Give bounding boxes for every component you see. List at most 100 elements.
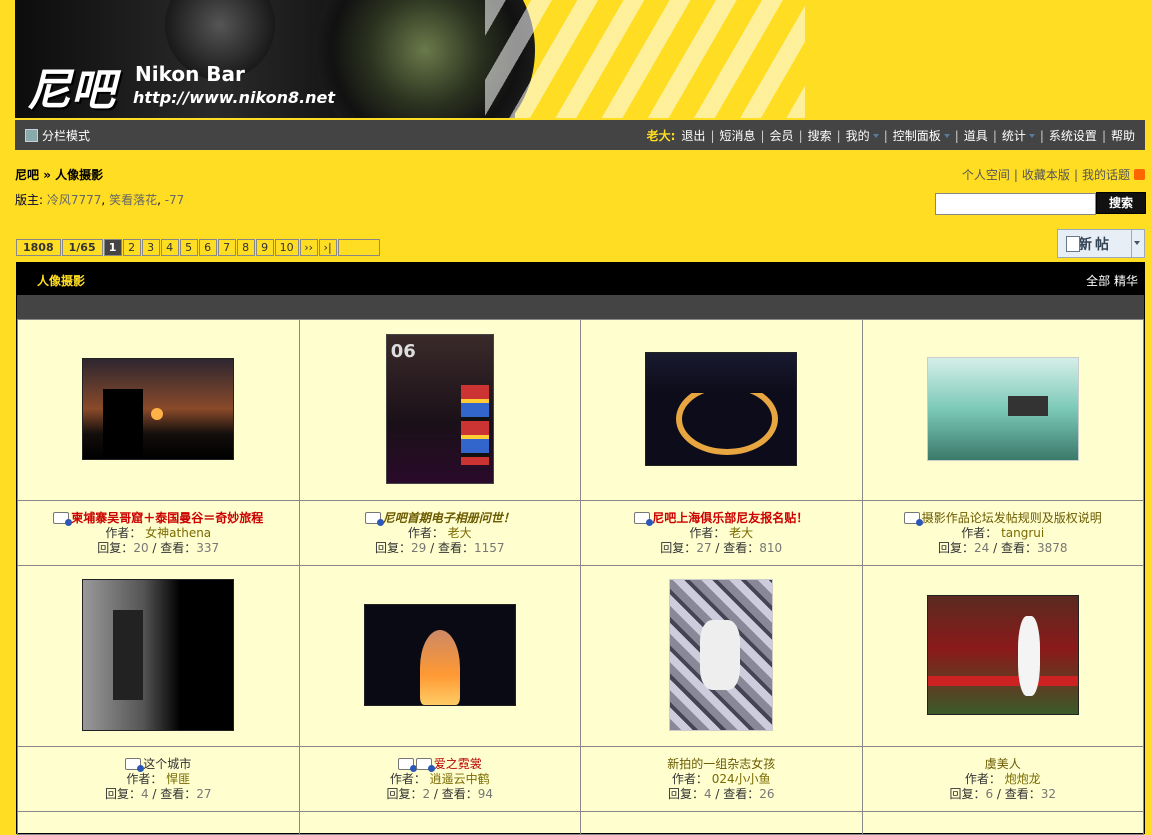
column-mode-icon[interactable] — [25, 129, 38, 142]
gallery-subheader — [17, 295, 1144, 319]
thread-thumb-cell — [580, 811, 863, 835]
search-button[interactable]: 搜索 — [1096, 192, 1146, 214]
thread-thumbnail[interactable] — [645, 351, 798, 466]
breadcrumb-forum: 人像摄影 — [55, 168, 104, 182]
new-post-dropdown[interactable] — [1131, 230, 1144, 257]
page-link[interactable]: 8 — [236, 239, 255, 256]
thread-gallery: 人像摄影 全部 精华 06 柬埔寨吴哥窟＋泰国曼谷＝奇妙旅程 作者： 女神ath… — [16, 262, 1145, 835]
thread-thumbnail[interactable] — [82, 357, 235, 460]
personal-space-link[interactable]: 个人空间 — [962, 166, 1010, 183]
thread-replies: 27 — [696, 540, 712, 555]
nav-settings[interactable]: 系统设置 — [1049, 127, 1097, 144]
thread-views: 32 — [1040, 786, 1057, 801]
nav-stats[interactable]: 统计 — [1002, 127, 1026, 144]
thread-thumb-cell[interactable] — [580, 565, 863, 747]
thread-title-link[interactable]: 尼吧首期电子相册问世！ — [383, 511, 515, 525]
page-link[interactable]: 5 — [179, 239, 198, 256]
moderator-link[interactable]: -77 — [165, 193, 185, 207]
site-banner[interactable]: 尼吧 Nikon Bar http://www.nikon8.net — [15, 0, 1145, 118]
thread-info: 柬埔寨吴哥窟＋泰国曼谷＝奇妙旅程 作者： 女神athena 回复：20 / 查看… — [17, 500, 300, 566]
moderator-link[interactable]: 冷风7777 — [47, 193, 102, 207]
gallery-header: 人像摄影 全部 精华 — [17, 263, 1144, 295]
thread-title-link[interactable]: 摄影作品论坛发帖规则及版权说明 — [922, 511, 1102, 525]
nav-messages[interactable]: 短消息 — [719, 127, 755, 144]
moderator-link[interactable]: 笑看落花 — [109, 193, 157, 207]
page-link[interactable]: 2 — [122, 239, 141, 256]
moderators: 版主: 冷风7777, 笑看落花, -77 — [15, 193, 185, 207]
forum-links: 个人空间 | 收藏本版 | 我的话题 — [962, 166, 1145, 183]
thread-title-link[interactable]: 虞美人 — [985, 757, 1021, 771]
next-page-link[interactable]: ›› — [299, 239, 318, 256]
chevron-down-icon[interactable] — [872, 133, 879, 138]
thread-title-link[interactable]: 柬埔寨吴哥窟＋泰国曼谷＝奇妙旅程 — [71, 511, 263, 525]
thread-title-link[interactable]: 爱之霓裳 — [434, 757, 482, 771]
favorite-forum-link[interactable]: 收藏本版 — [1022, 166, 1070, 183]
thread-thumb-cell[interactable] — [861, 319, 1144, 501]
thread-thumbnail[interactable]: 06 — [385, 333, 494, 484]
page-jump-input[interactable] — [337, 239, 380, 256]
page-link[interactable]: 10 — [274, 239, 299, 256]
column-mode-link[interactable]: 分栏模式 — [42, 127, 90, 144]
new-post-button[interactable]: 新帖 — [1057, 229, 1145, 258]
thread-replies: 2 — [422, 786, 431, 801]
thread-thumb-cell[interactable] — [298, 565, 581, 747]
nav-logout[interactable]: 退出 — [681, 127, 705, 144]
thread-thumbnail[interactable] — [926, 356, 1079, 461]
logo-en: Nikon Bar — [135, 62, 245, 86]
thread-author[interactable]: 024小小鱼 — [712, 772, 771, 786]
last-page-link[interactable]: ›| — [318, 239, 337, 256]
page-link[interactable]: 4 — [160, 239, 179, 256]
thread-author[interactable]: 老大 — [729, 526, 753, 540]
nav-tools[interactable]: 道具 — [964, 127, 988, 144]
thread-thumbnail[interactable] — [669, 578, 774, 731]
nav-search[interactable]: 搜索 — [808, 127, 832, 144]
page-link[interactable]: 9 — [255, 239, 274, 256]
thread-info: 摄影作品论坛发帖规则及版权说明 作者： tangrui 回复：24 / 查看：3… — [861, 500, 1144, 566]
gallery-filter-links[interactable]: 全部 精华 — [1086, 272, 1138, 289]
thread-replies: 20 — [133, 540, 149, 555]
top-navbar: 分栏模式 老大: 退出 | 短消息 | 会员 | 搜索 | 我的 | 控制面板 | 道具 | … — [15, 120, 1145, 150]
thread-thumbnail[interactable] — [363, 603, 516, 706]
thread-thumb-cell[interactable] — [17, 319, 300, 501]
rss-icon[interactable] — [1134, 169, 1145, 180]
attachment-icon — [415, 758, 435, 772]
chevron-down-icon[interactable] — [1028, 133, 1035, 138]
thread-author[interactable]: 悍匪 — [166, 772, 190, 786]
thread-title-link[interactable]: 这个城市 — [143, 757, 191, 771]
thread-author[interactable]: 炮炮龙 — [1005, 772, 1041, 786]
thread-author[interactable]: 女神athena — [145, 526, 211, 540]
page-link[interactable]: 3 — [141, 239, 160, 256]
nav-help[interactable]: 帮助 — [1111, 127, 1135, 144]
thread-thumb-cell — [298, 811, 581, 835]
thread-thumb-cell[interactable] — [861, 565, 1144, 747]
thread-replies: 4 — [703, 786, 712, 801]
thread-thumb-cell[interactable] — [17, 565, 300, 747]
gallery-title: 人像摄影 — [37, 274, 86, 288]
nav-members[interactable]: 会员 — [770, 127, 794, 144]
thread-author[interactable]: 老大 — [448, 526, 472, 540]
pagination: 1808 1/65 1 2 3 4 5 6 7 8 9 10 ›› ›| — [16, 239, 381, 256]
thread-thumb-cell — [861, 811, 1144, 835]
breadcrumb: 尼吧 » 人像摄影 — [15, 166, 103, 183]
thread-status-icon — [903, 512, 923, 526]
search-input[interactable] — [935, 193, 1096, 215]
thread-author[interactable]: tangrui — [1001, 526, 1044, 540]
thread-info: 爱之霓裳 作者： 逍遥云中鹤 回复：2 / 查看：94 — [298, 746, 581, 812]
thread-title-link[interactable]: 尼吧上海俱乐部尼友报名贴！ — [652, 511, 808, 525]
thread-thumbnail[interactable] — [82, 578, 235, 731]
thread-author[interactable]: 逍遥云中鹤 — [430, 772, 490, 786]
page-link[interactable]: 7 — [217, 239, 236, 256]
breadcrumb-home[interactable]: 尼吧 — [15, 168, 39, 182]
nav-control-panel[interactable]: 控制面板 — [893, 127, 941, 144]
thread-title-link[interactable]: 新拍的一组杂志女孩 — [667, 757, 775, 771]
thread-thumbnail[interactable] — [926, 594, 1079, 715]
thread-thumb-cell[interactable]: 06 — [298, 319, 581, 501]
thread-info: 这个城市 作者： 悍匪 回复：4 / 查看：27 — [17, 746, 300, 812]
thread-views: 26 — [759, 786, 775, 801]
chevron-down-icon[interactable] — [943, 133, 950, 138]
thread-replies: 4 — [140, 786, 149, 801]
my-topics-link[interactable]: 我的话题 — [1082, 166, 1130, 183]
page-link[interactable]: 6 — [198, 239, 217, 256]
thread-thumb-cell[interactable] — [580, 319, 863, 501]
nav-my[interactable]: 我的 — [846, 127, 870, 144]
